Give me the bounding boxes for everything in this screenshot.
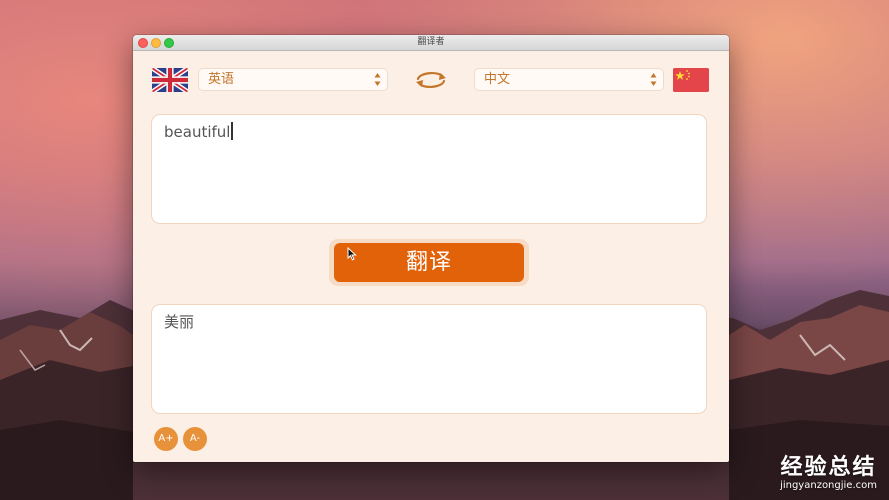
watermark-url-text: jingyanzongjie.com xyxy=(780,480,877,491)
source-text: beautiful xyxy=(164,123,231,141)
translation-text: 美丽 xyxy=(164,313,195,331)
translator-window: 翻译者 英语 中文 beautiful 翻译 美丽 A+ A- xyxy=(133,35,729,462)
select-stepper-icon xyxy=(650,73,657,86)
site-watermark: 经验总结 jingyanzongjie.com xyxy=(780,456,877,492)
swap-arrows-icon xyxy=(416,72,446,88)
window-title: 翻译者 xyxy=(417,37,445,47)
watermark-main-text: 经验总结 xyxy=(780,455,877,480)
china-flag-icon xyxy=(673,68,709,92)
title-bar: 翻译者 xyxy=(133,35,729,51)
translate-button[interactable]: 翻译 xyxy=(334,243,524,282)
decrease-font-button[interactable]: A- xyxy=(183,427,207,451)
target-language-label: 中文 xyxy=(484,72,511,87)
source-text-input[interactable]: beautiful xyxy=(151,114,707,224)
select-stepper-icon xyxy=(374,73,381,86)
source-language-select[interactable]: 英语 xyxy=(198,68,388,91)
mouse-pointer-icon xyxy=(347,247,357,261)
swap-languages-button[interactable] xyxy=(414,69,448,91)
target-language-select[interactable]: 中文 xyxy=(474,68,664,91)
increase-font-button[interactable]: A+ xyxy=(154,427,178,451)
translation-output[interactable]: 美丽 xyxy=(151,304,707,414)
uk-flag-icon xyxy=(152,68,188,92)
source-language-label: 英语 xyxy=(208,72,235,87)
translate-button-focus-ring: 翻译 xyxy=(329,239,529,286)
text-caret xyxy=(231,122,233,140)
